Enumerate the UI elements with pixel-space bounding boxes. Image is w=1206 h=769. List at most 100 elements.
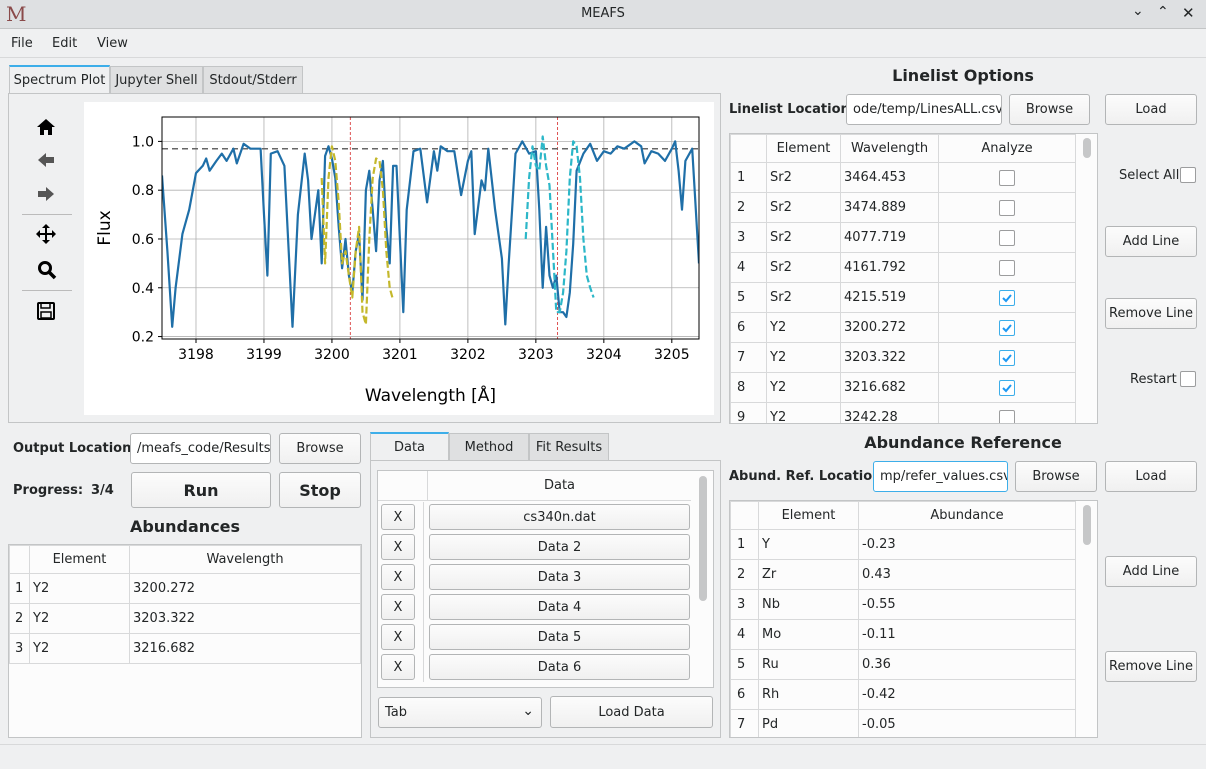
analyze-checkbox[interactable] — [999, 379, 1015, 396]
cell-element[interactable]: Ru — [758, 649, 859, 680]
analyze-checkbox[interactable] — [999, 289, 1015, 306]
cell-wavelength[interactable]: 3200.272 — [129, 573, 361, 604]
table-row[interactable]: 7 Pd -0.05 — [730, 709, 1076, 737]
data-list-scrollbar[interactable] — [699, 476, 707, 601]
linelist-location-field[interactable]: ode/temp/LinesALL.csv — [846, 94, 1002, 125]
remove-data-button[interactable]: X — [381, 534, 415, 560]
table-row[interactable]: 3 Sr2 4077.719 — [730, 222, 1076, 253]
cell-wavelength[interactable]: 3474.889 — [840, 192, 939, 223]
cell-wavelength[interactable]: 4161.792 — [840, 252, 939, 283]
linelist-scrollbar[interactable] — [1083, 138, 1091, 158]
linelist-add-line-button[interactable]: Add Line — [1105, 226, 1197, 257]
cell-element[interactable]: Y2 — [29, 633, 130, 664]
table-row[interactable]: 2 Y2 3203.322 — [9, 603, 361, 634]
cell-wavelength[interactable]: 3242.28 — [840, 402, 939, 423]
cell-wavelength[interactable]: 3203.322 — [129, 603, 361, 634]
table-row[interactable]: 5 Ru 0.36 — [730, 649, 1076, 680]
data-file-button[interactable]: Data 4 — [429, 594, 690, 620]
data-file-button[interactable]: Data 5 — [429, 624, 690, 650]
stop-button[interactable]: Stop — [279, 472, 361, 508]
table-row[interactable]: 5 Sr2 4215.519 — [730, 282, 1076, 313]
remove-data-button[interactable]: X — [381, 624, 415, 650]
cell-element[interactable]: Mo — [758, 619, 859, 650]
abund-ref-remove-line-button[interactable]: Remove Line — [1105, 651, 1197, 682]
remove-data-button[interactable]: X — [381, 654, 415, 680]
menu-file[interactable]: File — [11, 36, 33, 51]
home-icon[interactable] — [36, 118, 56, 136]
maximize-icon[interactable]: ⌃ — [1157, 4, 1169, 20]
cell-abundance[interactable]: 0.36 — [858, 649, 1076, 680]
forward-arrow-icon[interactable] — [36, 185, 56, 203]
zoom-icon[interactable] — [37, 260, 57, 280]
back-arrow-icon[interactable] — [36, 151, 56, 169]
analyze-checkbox[interactable] — [999, 259, 1015, 276]
table-row[interactable]: 6 Y2 3200.272 — [730, 312, 1076, 343]
cell-element[interactable]: Y2 — [766, 372, 841, 403]
tab-jupyter-shell[interactable]: Jupyter Shell — [110, 66, 203, 94]
cell-element[interactable]: Nb — [758, 589, 859, 620]
minimize-icon[interactable]: ⌄ — [1132, 3, 1144, 19]
output-location-field[interactable]: /meafs_code/Results — [130, 433, 271, 464]
table-row[interactable]: 8 Y2 3216.682 — [730, 372, 1076, 403]
cell-abundance[interactable]: 0.43 — [858, 559, 1076, 590]
abund-ref-location-field[interactable]: mp/refer_values.csv — [873, 461, 1008, 492]
cell-wavelength[interactable]: 3216.682 — [129, 633, 361, 664]
cell-element[interactable]: Sr2 — [766, 192, 841, 223]
analyze-checkbox[interactable] — [999, 349, 1015, 366]
cell-element[interactable]: Y2 — [29, 573, 130, 604]
data-file-button[interactable]: Data 6 — [429, 654, 690, 680]
remove-data-button[interactable]: X — [381, 504, 415, 530]
cell-element[interactable]: Sr2 — [766, 222, 841, 253]
cell-element[interactable]: Y2 — [766, 402, 841, 423]
table-row[interactable]: 7 Y2 3203.322 — [730, 342, 1076, 373]
cell-abundance[interactable]: -0.42 — [858, 679, 1076, 710]
cell-abundance[interactable]: -0.11 — [858, 619, 1076, 650]
cell-element[interactable]: Sr2 — [766, 252, 841, 283]
abund-ref-load-button[interactable]: Load — [1105, 461, 1197, 492]
analyze-checkbox[interactable] — [999, 229, 1015, 246]
select-all-checkbox[interactable] — [1180, 167, 1196, 183]
linelist-browse-button[interactable]: Browse — [1009, 94, 1090, 125]
remove-data-button[interactable]: X — [381, 564, 415, 590]
cell-abundance[interactable]: -0.55 — [858, 589, 1076, 620]
table-row[interactable]: 4 Sr2 4161.792 — [730, 252, 1076, 283]
cell-wavelength[interactable]: 3216.682 — [840, 372, 939, 403]
tab-method[interactable]: Method — [449, 433, 529, 461]
tab-fit-results[interactable]: Fit Results — [529, 433, 609, 461]
spectrum-chart[interactable]: 3198 3199 3200 3201 3202 3203 3204 3205 0.2 0.4 0.… — [84, 102, 714, 415]
cell-element[interactable]: Y — [758, 529, 859, 560]
cell-element[interactable]: Y2 — [766, 312, 841, 343]
linelist-load-button[interactable]: Load — [1105, 94, 1197, 125]
pan-icon[interactable] — [36, 224, 56, 244]
data-file-button[interactable]: Data 3 — [429, 564, 690, 590]
cell-wavelength[interactable]: 3464.453 — [840, 162, 939, 193]
menu-edit[interactable]: Edit — [52, 36, 77, 51]
cell-element[interactable]: Zr — [758, 559, 859, 590]
cell-element[interactable]: Rh — [758, 679, 859, 710]
analyze-checkbox[interactable] — [999, 199, 1015, 216]
cell-wavelength[interactable]: 3203.322 — [840, 342, 939, 373]
load-data-button[interactable]: Load Data — [550, 696, 713, 728]
cell-wavelength[interactable]: 4215.519 — [840, 282, 939, 313]
analyze-checkbox[interactable] — [999, 169, 1015, 186]
abund-ref-browse-button[interactable]: Browse — [1015, 461, 1097, 492]
cell-element[interactable]: Pd — [758, 709, 859, 737]
table-row[interactable]: 1 Y2 3200.272 — [9, 573, 361, 604]
cell-element[interactable]: Y2 — [29, 603, 130, 634]
tab-spectrum-plot[interactable]: Spectrum Plot — [9, 65, 110, 93]
cell-wavelength[interactable]: 4077.719 — [840, 222, 939, 253]
linelist-remove-line-button[interactable]: Remove Line — [1105, 298, 1197, 329]
cell-element[interactable]: Y2 — [766, 342, 841, 373]
table-row[interactable]: 6 Rh -0.42 — [730, 679, 1076, 710]
remove-data-button[interactable]: X — [381, 594, 415, 620]
restart-checkbox[interactable] — [1180, 371, 1196, 387]
cell-abundance[interactable]: -0.23 — [858, 529, 1076, 560]
data-file-button[interactable]: cs340n.dat — [429, 504, 690, 530]
table-row[interactable]: 2 Zr 0.43 — [730, 559, 1076, 590]
table-row[interactable]: 9 Y2 3242.28 — [730, 402, 1076, 423]
cell-abundance[interactable]: -0.05 — [858, 709, 1076, 737]
menu-view[interactable]: View — [97, 36, 128, 51]
table-row[interactable]: 1 Sr2 3464.453 — [730, 162, 1076, 193]
analyze-checkbox[interactable] — [999, 319, 1015, 336]
analyze-checkbox[interactable] — [999, 409, 1015, 423]
